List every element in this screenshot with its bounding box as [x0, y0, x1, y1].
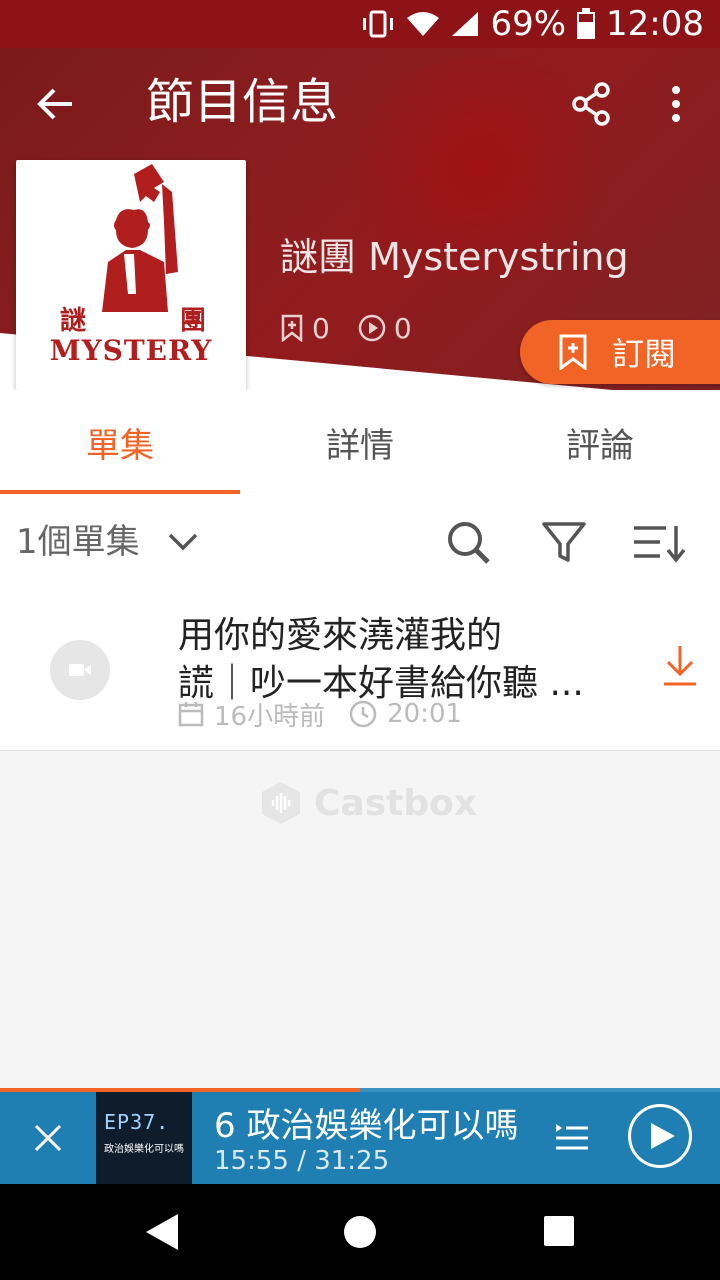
player-cover-episode: EP37. [104, 1110, 170, 1134]
episode-duration: 20:01 [387, 699, 463, 729]
back-arrow-icon[interactable] [32, 80, 80, 128]
podcast-stats: 0 0 [280, 308, 440, 348]
chevron-down-icon[interactable] [166, 524, 200, 558]
video-camera-icon [69, 664, 91, 676]
play-icon [651, 1123, 675, 1149]
episode-row[interactable]: 用你的愛來澆灌我的 謊｜吵一本好書給你聽 ... 16小時前 20:01 [0, 590, 720, 751]
nav-recents-icon[interactable] [544, 1216, 574, 1246]
clock: 12:08 [606, 4, 704, 44]
episode-count-dropdown[interactable]: 1個單集 [16, 514, 140, 570]
app-bar: 節目信息 [0, 48, 720, 160]
castbox-logo-icon [262, 782, 300, 824]
search-icon[interactable] [444, 518, 492, 566]
castbox-watermark: Castbox [260, 780, 477, 826]
sort-icon[interactable] [630, 518, 686, 566]
tab-details[interactable]: 詳情 [240, 390, 480, 494]
tab-episodes[interactable]: 單集 [0, 390, 240, 494]
battery-percent: 69% [490, 4, 567, 44]
cover-logo-text: MYSTERY [49, 334, 213, 367]
bookmark-plus-icon [281, 314, 303, 342]
clock-icon [349, 700, 377, 728]
cover-figure-logo [102, 164, 178, 312]
episode-thumbnail[interactable] [50, 640, 110, 700]
status-bar: 69% 12:08 [0, 0, 720, 48]
mini-player[interactable]: EP37. 政治娛樂化可以嗎 6 政治娛樂化可以嗎 15:55 / 31:25 [0, 1088, 720, 1184]
bookmark-add-icon [559, 334, 587, 370]
subscriber-count-value: 0 [312, 311, 330, 345]
episode-list-toolbar: 1個單集 [0, 494, 720, 591]
cover-char-right: 團 [180, 306, 207, 336]
subscribe-button[interactable]: 訂閱 [520, 320, 720, 384]
filter-icon[interactable] [540, 518, 588, 566]
play-button[interactable] [628, 1104, 692, 1168]
status-icons: 69% 12:08 [360, 0, 704, 48]
download-icon[interactable] [660, 644, 700, 688]
nav-back-icon[interactable] [144, 1212, 180, 1252]
battery-icon [576, 8, 596, 40]
episode-meta: 16小時前 20:01 [178, 698, 486, 732]
episode-date: 16小時前 [214, 701, 326, 732]
more-vert-icon[interactable] [656, 80, 696, 128]
episode-title-line1: 用你的愛來澆灌我的 [178, 615, 503, 656]
player-time: 15:55 / 31:25 [214, 1146, 390, 1176]
system-nav-bar [0, 1184, 720, 1280]
tab-bar: 單集 詳情 評論 [0, 390, 720, 494]
signal-icon [450, 10, 480, 38]
podcast-cover: 謎 團 MYSTERY [16, 160, 246, 390]
player-episode-title: 6 政治娛樂化可以嗎 [214, 1106, 519, 1146]
calendar-icon [178, 702, 204, 727]
nav-home-icon[interactable] [344, 1216, 376, 1248]
tab-comments[interactable]: 評論 [480, 390, 720, 494]
wifi-icon [406, 10, 440, 38]
player-cover-subtitle: 政治娛樂化可以嗎 [104, 1144, 184, 1155]
play-count: 0 [358, 312, 412, 345]
close-icon[interactable] [28, 1118, 68, 1158]
play-circle-icon [358, 314, 386, 342]
podcast-title: 謎團 Mysterystring [280, 235, 629, 279]
page-title: 節目信息 [146, 74, 339, 130]
subscribe-label: 訂閱 [612, 335, 677, 373]
cover-char-left: 謎 [60, 306, 87, 336]
vibrate-icon [360, 9, 396, 39]
subscriber-count: 0 [280, 312, 330, 345]
player-cover: EP37. 政治娛樂化可以嗎 [96, 1092, 192, 1184]
playlist-icon[interactable] [554, 1118, 590, 1154]
share-icon[interactable] [568, 80, 616, 128]
castbox-wordmark: Castbox [314, 782, 478, 824]
play-count-value: 0 [393, 311, 412, 345]
